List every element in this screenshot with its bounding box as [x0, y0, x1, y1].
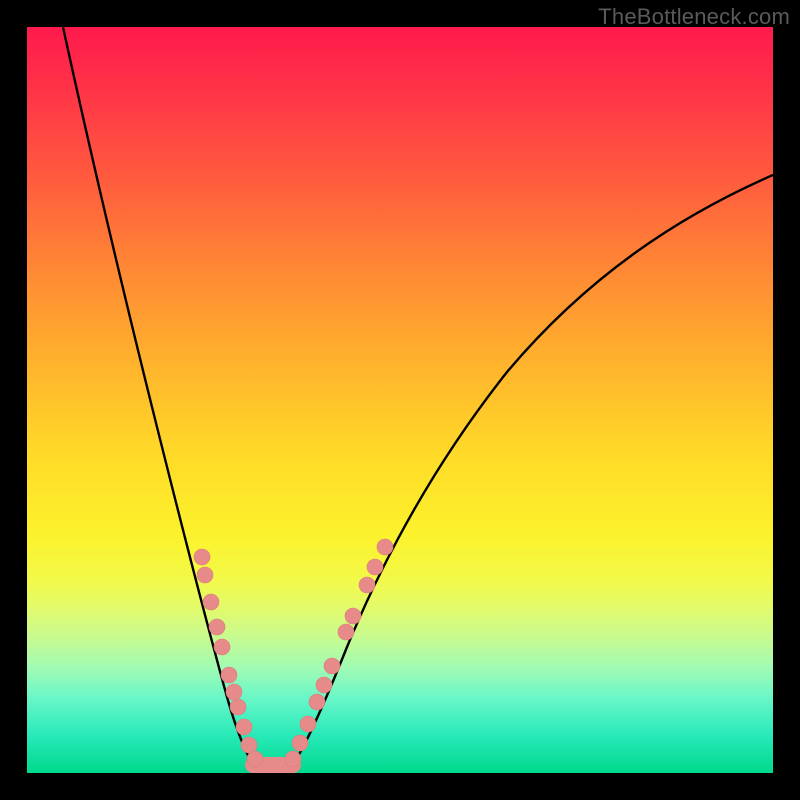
curve-right-branch [291, 175, 773, 767]
data-marker [285, 751, 301, 767]
data-marker [230, 699, 246, 715]
data-marker [236, 719, 252, 735]
data-marker [300, 716, 316, 732]
data-marker [309, 694, 325, 710]
data-marker [209, 619, 225, 635]
data-marker [345, 608, 361, 624]
data-marker [338, 624, 354, 640]
data-marker [367, 559, 383, 575]
data-marker [214, 639, 230, 655]
data-marker [226, 684, 242, 700]
data-marker [203, 594, 219, 610]
data-marker [324, 658, 340, 674]
marker-group [194, 539, 393, 767]
data-marker [292, 735, 308, 751]
data-marker [247, 751, 263, 767]
data-marker [197, 567, 213, 583]
curve-left-branch [63, 27, 255, 767]
data-marker [241, 737, 257, 753]
data-marker [221, 667, 237, 683]
chart-plot-area [27, 27, 773, 773]
data-marker [194, 549, 210, 565]
data-marker [359, 577, 375, 593]
watermark-text: TheBottleneck.com [598, 4, 790, 30]
chart-svg [27, 27, 773, 773]
data-marker [316, 677, 332, 693]
data-marker [377, 539, 393, 555]
